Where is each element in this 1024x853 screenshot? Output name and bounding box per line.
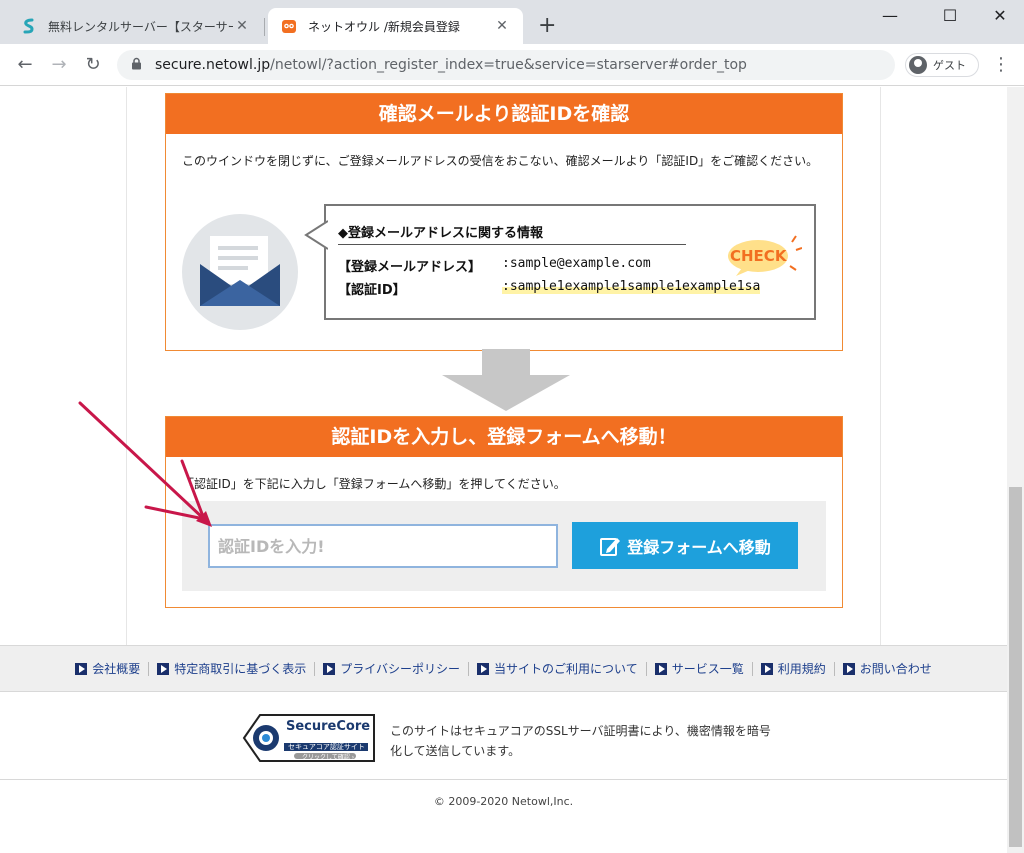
link-label: 会社概要 xyxy=(92,661,141,676)
menu-kebab-icon[interactable]: ⋮ xyxy=(992,54,1010,75)
edit-form-icon xyxy=(600,537,621,556)
section2-description: 「認証ID」を下記に入力し「登録フォームへ移動」を押してください。 xyxy=(182,477,566,491)
footer-link-terms-of-site[interactable]: 当サイトのご利用について xyxy=(469,661,647,676)
check-badge: CHECK xyxy=(722,234,802,278)
link-label: サービス一覧 xyxy=(671,661,744,676)
auth-id-input[interactable] xyxy=(208,524,558,568)
reload-icon[interactable]: ↻ xyxy=(82,54,104,76)
browser-toolbar: ← → ↻ secure.netowl.jp/netowl/?action_re… xyxy=(0,44,1024,86)
footer-link-privacy[interactable]: プライバシーポリシー xyxy=(315,661,470,676)
email-info-panel: ◆登録メールアドレスに関する情報 【登録メールアドレス】 :sample@exa… xyxy=(304,204,816,320)
securecore-seal[interactable]: SecureCore セキュアコア認証サイト クリックして確認 › xyxy=(240,712,378,764)
netowl-favicon-icon xyxy=(280,17,298,35)
tab-title: ネットオウル /新規会員登録 xyxy=(308,19,460,34)
email-label: 【登録メールアドレス】 xyxy=(338,260,482,275)
close-window-icon[interactable]: ✕ xyxy=(978,4,1022,28)
section2-heading: 認証IDを入力し、登録フォームへ移動！ xyxy=(166,417,842,457)
tab-separator xyxy=(264,18,265,36)
footer-link-terms[interactable]: 利用規約 xyxy=(753,661,835,676)
email-info-title: ◆登録メールアドレスに関する情報 xyxy=(338,226,543,241)
divider xyxy=(338,244,686,245)
tab-close-icon[interactable]: ✕ xyxy=(493,18,511,34)
divider xyxy=(0,779,1007,780)
starserver-favicon-icon xyxy=(20,17,38,35)
url-host: secure.netowl.jp xyxy=(155,57,271,73)
profile-button[interactable]: ゲスト xyxy=(905,53,979,77)
play-arrow-icon xyxy=(760,662,773,675)
page-viewport: 確認メールより認証IDを確認 このウインドウを閉じずに、ご登録メールアドレスの受… xyxy=(0,87,1024,853)
footer-link-company[interactable]: 会社概要 xyxy=(67,661,150,676)
url-path: /netowl/?action_register_index=true&serv… xyxy=(270,57,747,73)
vertical-scrollbar[interactable] xyxy=(1007,87,1024,853)
link-label: お問い合わせ xyxy=(859,661,932,676)
tab-netowl[interactable]: ネットオウル /新規会員登録 ✕ xyxy=(268,8,523,44)
enter-auth-id-section: 認証IDを入力し、登録フォームへ移動！ 「認証ID」を下記に入力し「登録フォーム… xyxy=(165,416,843,608)
tab-starserver[interactable]: 無料レンタルサーバー【スターサーバーフリー】 ✕ xyxy=(8,8,263,44)
auth-id-label: 【認証ID】 xyxy=(338,283,406,298)
copyright: © 2009-2020 Netowl,Inc. xyxy=(433,795,574,808)
play-arrow-icon xyxy=(477,662,490,675)
play-arrow-icon xyxy=(842,662,855,675)
section1-description: このウインドウを閉じずに、ご登録メールアドレスの受信をおこない、確認メールより「… xyxy=(182,154,819,168)
footer-links: 会社概要 特定商取引に基づく表示 プライバシーポリシー 当サイトのご利用について… xyxy=(0,645,1007,692)
new-tab-button[interactable]: + xyxy=(538,14,556,38)
email-value: :sample@example.com xyxy=(502,256,651,271)
link-label: 当サイトのご利用について xyxy=(494,661,638,676)
maximize-icon[interactable]: ☐ xyxy=(928,4,972,28)
play-arrow-icon xyxy=(654,662,667,675)
link-label: 利用規約 xyxy=(777,661,826,676)
link-label: 特定商取引に基づく表示 xyxy=(174,661,307,676)
tab-close-icon[interactable]: ✕ xyxy=(233,18,251,34)
lock-icon xyxy=(131,57,145,73)
go-to-register-form-button[interactable]: 登録フォームへ移動 xyxy=(572,522,798,569)
play-arrow-icon xyxy=(157,662,170,675)
auth-form: 登録フォームへ移動 xyxy=(182,501,826,591)
confirm-email-section: 確認メールより認証IDを確認 このウインドウを閉じずに、ご登録メールアドレスの受… xyxy=(165,93,843,351)
footer-link-services[interactable]: サービス一覧 xyxy=(647,661,753,676)
tab-strip: 無料レンタルサーバー【スターサーバーフリー】 ✕ ネットオウル /新規会員登録 … xyxy=(0,0,1024,44)
envelope-illustration-icon xyxy=(182,214,298,330)
securecore-sub: セキュアコア認証サイト xyxy=(288,743,365,751)
check-label: CHECK xyxy=(730,247,787,265)
play-arrow-icon xyxy=(323,662,336,675)
footer-link-contact[interactable]: お問い合わせ xyxy=(835,662,940,676)
forward-arrow-icon[interactable]: → xyxy=(48,54,70,76)
auth-id-value: :sample1example1sample1example1sa xyxy=(502,279,761,294)
back-arrow-icon[interactable]: ← xyxy=(14,54,36,76)
section1-heading: 確認メールより認証IDを確認 xyxy=(166,94,842,134)
minimize-icon[interactable]: — xyxy=(868,4,912,28)
profile-label: ゲスト xyxy=(933,59,966,72)
button-label: 登録フォームへ移動 xyxy=(627,537,771,557)
scrollbar-thumb[interactable] xyxy=(1009,487,1022,847)
link-label: プライバシーポリシー xyxy=(340,661,461,676)
ssl-description: このサイトはセキュアコアのSSLサーバ証明書により、機密情報を暗号化して送信して… xyxy=(390,724,771,758)
avatar-icon xyxy=(909,56,927,74)
down-arrow-icon xyxy=(442,349,570,411)
tab-title: 無料レンタルサーバー【スターサーバーフリー】 xyxy=(48,19,233,34)
securecore-click: クリックして確認 › xyxy=(302,754,355,761)
browser-window: 無料レンタルサーバー【スターサーバーフリー】 ✕ ネットオウル /新規会員登録 … xyxy=(0,0,1024,853)
address-bar[interactable]: secure.netowl.jp/netowl/?action_register… xyxy=(117,50,895,80)
footer-link-tokushoho[interactable]: 特定商取引に基づく表示 xyxy=(149,661,316,676)
play-arrow-icon xyxy=(75,662,88,675)
securecore-brand: SecureCore xyxy=(286,719,371,734)
